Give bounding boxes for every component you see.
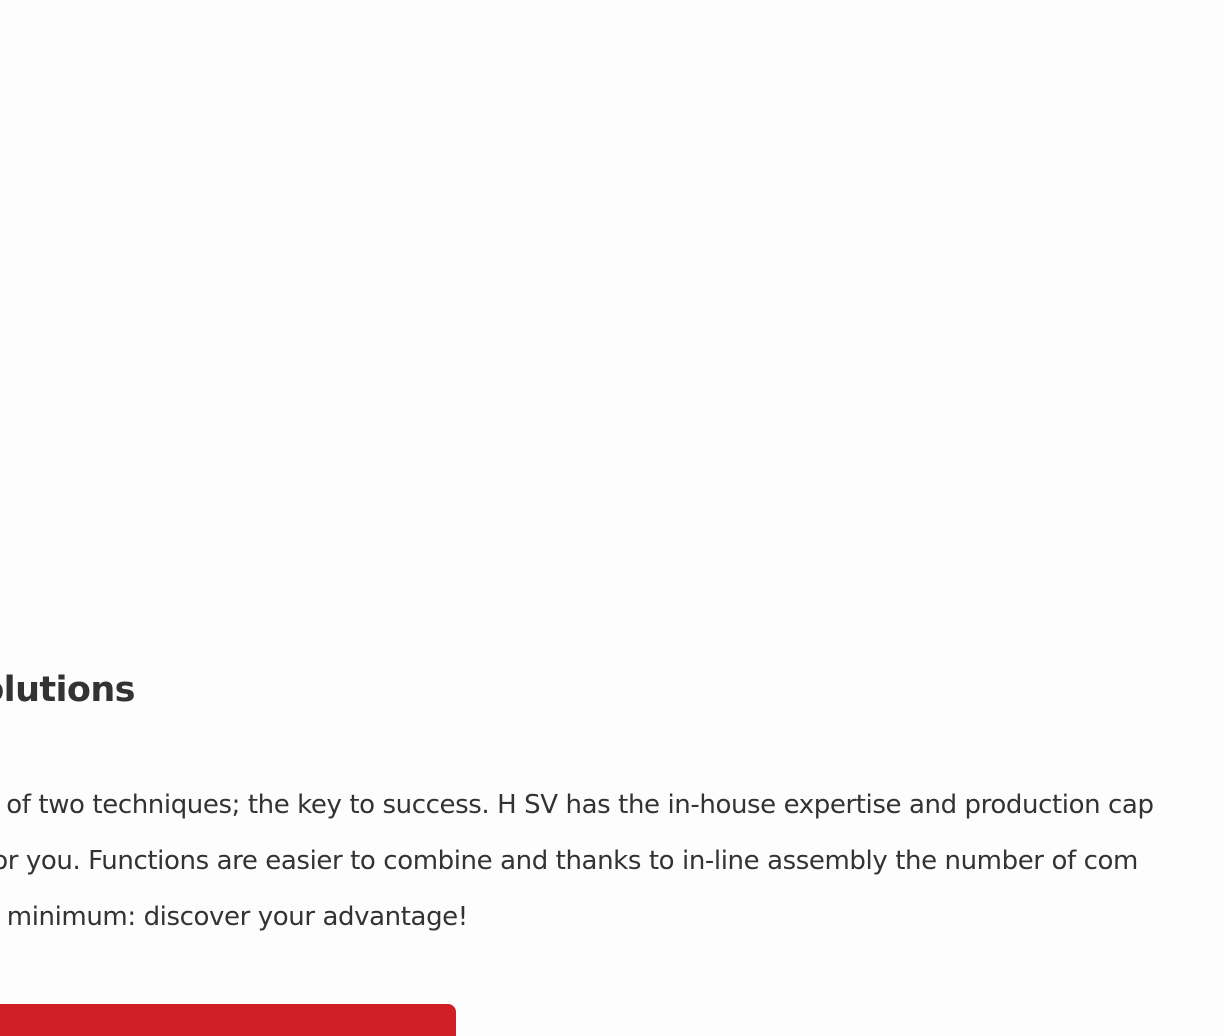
body-line: ion of two techniques; the key to succes… <box>0 790 1154 820</box>
section: solutions <box>0 668 1224 712</box>
hero-area <box>0 0 1224 640</box>
page: solutions ion of two techniques; the key… <box>0 0 1224 1036</box>
cta-button[interactable] <box>0 1004 456 1036</box>
section-title: solutions <box>0 670 136 710</box>
section-body: ion of two techniques; the key to succes… <box>0 777 1154 945</box>
body-line: e for you. Functions are easier to combi… <box>0 846 1138 876</box>
body-line: o a minimum: discover your advantage! <box>0 902 468 932</box>
